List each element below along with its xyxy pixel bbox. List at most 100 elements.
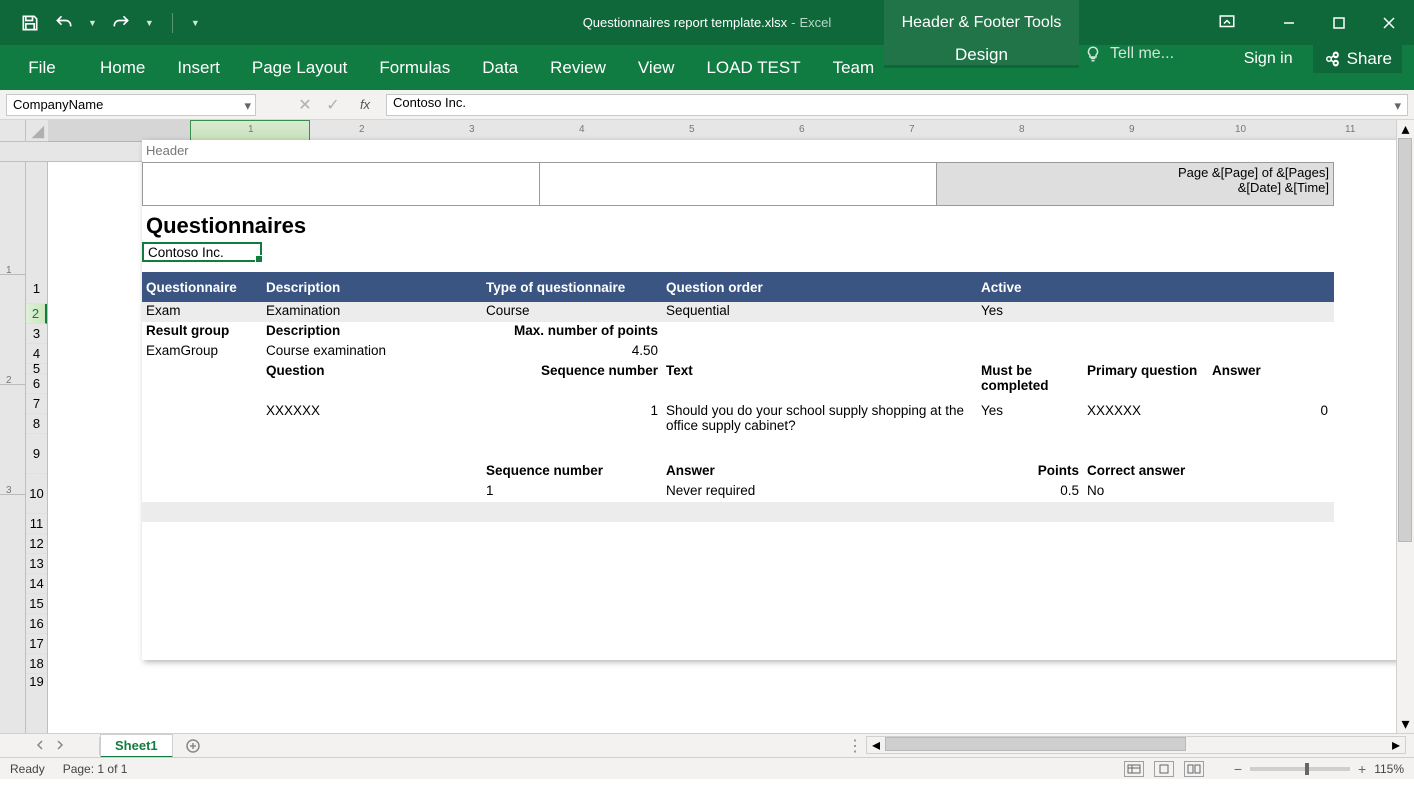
- cell-no[interactable]: No: [1083, 482, 1208, 502]
- cell-text-h[interactable]: Text: [662, 362, 977, 402]
- report-title[interactable]: Questionnaires: [142, 212, 262, 242]
- tell-me-search[interactable]: Tell me...: [1084, 45, 1174, 63]
- name-box[interactable]: CompanyName ▾: [6, 94, 256, 116]
- redo-icon[interactable]: [111, 13, 131, 33]
- cell-answer-h2[interactable]: Answer: [662, 462, 977, 482]
- cell-must-yes[interactable]: Yes: [977, 402, 1083, 442]
- cell-primary-x[interactable]: XXXXXX: [1083, 402, 1208, 442]
- zoom-level[interactable]: 115%: [1374, 762, 1404, 776]
- tab-view[interactable]: View: [622, 45, 691, 90]
- fx-button[interactable]: fx: [350, 94, 380, 116]
- th-type[interactable]: Type of questionnaire: [482, 279, 662, 296]
- close-button[interactable]: [1364, 0, 1414, 45]
- cell-answer-0[interactable]: 0: [1208, 402, 1332, 442]
- qat-customize-icon[interactable]: ▼: [191, 18, 200, 28]
- cell-course-exam[interactable]: Course examination: [262, 342, 482, 362]
- horizontal-scrollbar[interactable]: ◂ ▸: [866, 736, 1406, 754]
- formula-input[interactable]: Contoso Inc. ▾: [386, 94, 1408, 116]
- add-sheet-button[interactable]: [181, 734, 205, 758]
- cell-result-group-h[interactable]: Result group: [142, 322, 262, 342]
- th-active[interactable]: Active: [977, 279, 1083, 296]
- hscroll-thumb[interactable]: [885, 737, 1186, 751]
- tab-design[interactable]: Design: [884, 45, 1079, 68]
- share-button[interactable]: Share: [1313, 45, 1402, 73]
- cell-description-h[interactable]: Description: [262, 322, 482, 342]
- th-order[interactable]: Question order: [662, 279, 977, 296]
- cell-max-points-h[interactable]: Max. number of points: [482, 322, 662, 342]
- save-icon[interactable]: [20, 13, 40, 33]
- row-header-11[interactable]: 11: [26, 514, 47, 534]
- redo-dropdown-icon[interactable]: ▼: [145, 18, 154, 28]
- cell-examination[interactable]: Examination: [262, 302, 482, 322]
- cell-course[interactable]: Course: [482, 302, 662, 322]
- tab-formulas[interactable]: Formulas: [363, 45, 466, 90]
- cell-correct-h[interactable]: Correct answer: [1083, 462, 1208, 482]
- scroll-up-button[interactable]: ▴: [1397, 120, 1414, 138]
- cell-sequential[interactable]: Sequential: [662, 302, 977, 322]
- header-right-box[interactable]: Page &[Page] of &[Pages] &[Date] &[Time]: [937, 163, 1333, 205]
- file-tab[interactable]: File: [0, 45, 84, 90]
- cell-seq-1b[interactable]: 1: [482, 482, 662, 502]
- maximize-button[interactable]: [1314, 0, 1364, 45]
- tab-review[interactable]: Review: [534, 45, 622, 90]
- vscroll-thumb[interactable]: [1398, 138, 1412, 542]
- expand-formula-bar-icon[interactable]: ▾: [1394, 98, 1401, 114]
- select-all-triangle-icon[interactable]: [28, 122, 46, 140]
- cell-xxxxxx[interactable]: XXXXXX: [262, 402, 482, 442]
- row-header-10[interactable]: 10: [26, 474, 47, 514]
- sheet-next-icon[interactable]: [55, 737, 65, 755]
- cell-never-required[interactable]: Never required: [662, 482, 977, 502]
- cell-active-yes[interactable]: Yes: [977, 302, 1083, 322]
- cell-seq-h[interactable]: Sequence number: [482, 362, 662, 402]
- cell-primary-h[interactable]: Primary question: [1083, 362, 1208, 402]
- row-header-12[interactable]: 12: [26, 534, 47, 554]
- zoom-slider[interactable]: [1250, 767, 1350, 771]
- page-break-view-button[interactable]: [1184, 761, 1204, 777]
- cell-exam[interactable]: Exam: [142, 302, 262, 322]
- zoom-in-button[interactable]: +: [1358, 761, 1366, 777]
- row-header-15[interactable]: 15: [26, 594, 47, 614]
- row-header-1[interactable]: 1: [26, 274, 47, 304]
- vertical-scrollbar[interactable]: ▴ ▾: [1396, 120, 1414, 733]
- cancel-formula-button[interactable]: ✕: [294, 94, 316, 116]
- normal-view-button[interactable]: [1124, 761, 1144, 777]
- sign-in-link[interactable]: Sign in: [1244, 50, 1293, 68]
- undo-dropdown-icon[interactable]: ▼: [88, 18, 97, 28]
- row-header-18[interactable]: 18: [26, 654, 47, 674]
- zoom-out-button[interactable]: −: [1234, 761, 1242, 777]
- tab-team[interactable]: Team: [817, 45, 891, 90]
- row-header-3[interactable]: 3: [26, 324, 47, 344]
- sheet-tab-sheet1[interactable]: Sheet1: [100, 734, 173, 758]
- undo-icon[interactable]: [54, 13, 74, 33]
- sheet-prev-icon[interactable]: [35, 737, 45, 755]
- row-header-8[interactable]: 8: [26, 414, 47, 434]
- cell-question-h[interactable]: Question: [262, 362, 482, 402]
- enter-formula-button[interactable]: ✓: [322, 94, 344, 116]
- row-header-14[interactable]: 14: [26, 574, 47, 594]
- row-header-6[interactable]: 6: [26, 374, 47, 394]
- cell-examgroup[interactable]: ExamGroup: [142, 342, 262, 362]
- tab-page-layout[interactable]: Page Layout: [236, 45, 363, 90]
- cell-seq-h2[interactable]: Sequence number: [482, 462, 662, 482]
- tab-insert[interactable]: Insert: [161, 45, 236, 90]
- tab-home[interactable]: Home: [84, 45, 161, 90]
- cell-question-text[interactable]: Should you do your school supply shoppin…: [662, 402, 977, 442]
- scroll-down-button[interactable]: ▾: [1397, 715, 1414, 733]
- cell-answer-h[interactable]: Answer: [1208, 362, 1332, 402]
- scroll-right-button[interactable]: ▸: [1387, 736, 1405, 754]
- row-header-16[interactable]: 16: [26, 614, 47, 634]
- cell-05[interactable]: 0.5: [977, 482, 1083, 502]
- row-header-2[interactable]: 2: [26, 304, 47, 324]
- header-center-box[interactable]: [540, 163, 937, 205]
- row-header-17[interactable]: 17: [26, 634, 47, 654]
- page[interactable]: Header Page &[Page] of &[Pages] &[Date] …: [142, 140, 1414, 660]
- ribbon-display-options-icon[interactable]: [1218, 13, 1236, 31]
- row-header-7[interactable]: 7: [26, 394, 47, 414]
- cell-must-h[interactable]: Must be completed: [977, 362, 1083, 402]
- row-header-5[interactable]: 5: [26, 364, 47, 374]
- th-questionnaire[interactable]: Questionnaire: [142, 279, 262, 296]
- row-header-9[interactable]: 9: [26, 434, 47, 474]
- minimize-button[interactable]: [1264, 0, 1314, 45]
- scroll-left-button[interactable]: ◂: [867, 736, 885, 754]
- tab-data[interactable]: Data: [466, 45, 534, 90]
